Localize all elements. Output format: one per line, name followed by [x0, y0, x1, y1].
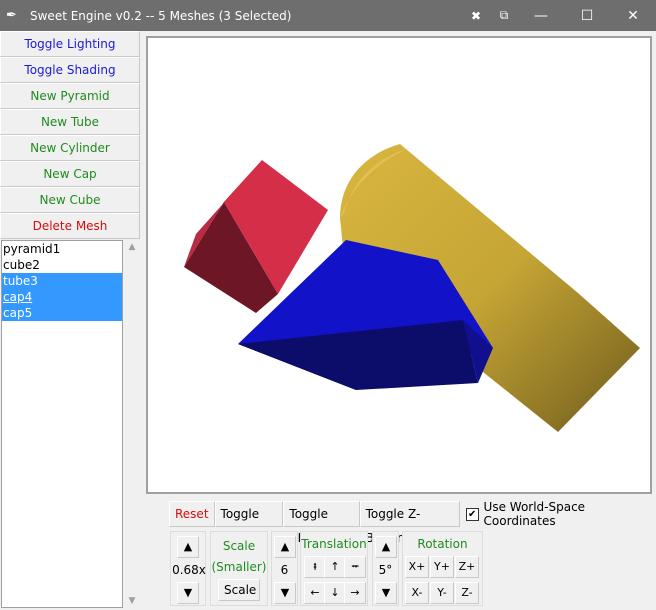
rotate-z-plus-button[interactable]: Z+ [455, 556, 479, 578]
mesh-list[interactable]: pyramid1 cube2 tube3 cap4 cap5 [1, 240, 123, 608]
translation-title: Translation [301, 537, 367, 551]
new-cylinder-button[interactable]: New Cylinder [0, 135, 140, 161]
world-space-label: Use World-Space Coordinates [483, 500, 586, 528]
maximize-button[interactable]: ☐ [564, 0, 610, 31]
translation-increase-button[interactable]: ▲ [274, 536, 296, 558]
scale-decrease-button[interactable]: ▼ [177, 582, 199, 604]
rotate-z-minus-button[interactable]: Z- [455, 582, 479, 604]
scroll-down-icon[interactable]: ▼ [124, 596, 140, 606]
translation-group: Translation ⭻ ↑ ⭺ ← ↓ → [300, 531, 368, 606]
rotation-group: Rotation X+ Y+ Z+ X- Y- Z- [402, 531, 483, 606]
scale-value: 0.68x [172, 563, 206, 577]
sidebar: Toggle Lighting Toggle Shading New Pyram… [0, 31, 140, 239]
scale-button[interactable]: Scale [218, 579, 260, 601]
scroll-up-icon[interactable]: ▲ [124, 242, 140, 252]
toggle-zbuffer-button[interactable]: Toggle Z-Buffer [359, 501, 460, 545]
mesh-list-scrollbar[interactable]: ▲ ▼ [124, 240, 140, 608]
translation-step-group: ▲ 6 ▼ [271, 531, 298, 606]
toolbar: Reset Toggle Fill Toggle BFC Toggle Z-Bu… [169, 500, 656, 545]
toggle-shading-button[interactable]: Toggle Shading [0, 57, 140, 83]
feather-icon: ✒ [6, 8, 17, 23]
list-item[interactable]: tube3 [2, 273, 122, 289]
list-item[interactable]: cube2 [2, 257, 122, 273]
toggle-lighting-button[interactable]: Toggle Lighting [0, 31, 140, 57]
new-cap-button[interactable]: New Cap [0, 161, 140, 187]
scene-svg [184, 144, 640, 432]
render-viewport[interactable] [146, 36, 652, 494]
translate-down-button[interactable]: ↓ [324, 582, 346, 604]
world-space-toggle[interactable]: ✔ Use World-Space Coordinates [460, 500, 656, 528]
translation-value: 6 [280, 563, 289, 577]
rotation-title: Rotation [417, 537, 468, 551]
rotation-decrease-button[interactable]: ▼ [375, 582, 397, 604]
rotate-y-plus-button[interactable]: Y+ [430, 556, 454, 578]
rotate-x-minus-button[interactable]: X- [405, 582, 429, 604]
scale-group: Scale (Smaller) Scale [210, 531, 268, 606]
window-title: Sweet Engine v0.2 -- 5 Meshes (3 Selecte… [30, 8, 292, 23]
translation-decrease-button[interactable]: ▼ [274, 582, 296, 604]
pin-icon[interactable]: ✖ [462, 9, 490, 23]
rotate-x-plus-button[interactable]: X+ [405, 556, 429, 578]
minimize-button[interactable]: — [518, 0, 564, 31]
scale-subtitle: (Smaller) [211, 560, 267, 574]
rotation-step-group: ▲ 5° ▼ [372, 531, 399, 606]
scale-step-group: ▲ 0.68x ▼ [170, 531, 206, 606]
scale-increase-button[interactable]: ▲ [177, 536, 199, 558]
translate-forward-button[interactable]: ⭺ [344, 556, 366, 578]
toggle-fill-button[interactable]: Toggle Fill [214, 501, 284, 545]
new-tube-button[interactable]: New Tube [0, 109, 140, 135]
translate-left-button[interactable]: ← [304, 582, 326, 604]
translate-back-button[interactable]: ⭻ [304, 556, 326, 578]
list-item[interactable]: cap5 [2, 305, 122, 321]
world-space-checkbox[interactable]: ✔ [465, 507, 479, 521]
reset-button[interactable]: Reset [169, 501, 215, 527]
list-item[interactable]: cap4 [2, 289, 122, 305]
new-pyramid-button[interactable]: New Pyramid [0, 83, 140, 109]
title-bar: ✒ Sweet Engine v0.2 -- 5 Meshes (3 Selec… [0, 0, 656, 31]
translate-right-button[interactable]: → [344, 582, 366, 604]
scale-title: Scale [222, 539, 256, 553]
new-cube-button[interactable]: New Cube [0, 187, 140, 213]
rotate-y-minus-button[interactable]: Y- [430, 582, 454, 604]
list-item[interactable]: pyramid1 [2, 241, 122, 257]
delete-mesh-button[interactable]: Delete Mesh [0, 213, 140, 239]
toggle-bfc-button[interactable]: Toggle BFC [283, 501, 360, 545]
rotation-value: 5° [378, 563, 393, 577]
rotation-increase-button[interactable]: ▲ [375, 536, 397, 558]
translate-up-button[interactable]: ↑ [324, 556, 346, 578]
restore-icon[interactable]: ⧉ [490, 8, 518, 23]
close-button[interactable]: ✕ [610, 0, 656, 31]
